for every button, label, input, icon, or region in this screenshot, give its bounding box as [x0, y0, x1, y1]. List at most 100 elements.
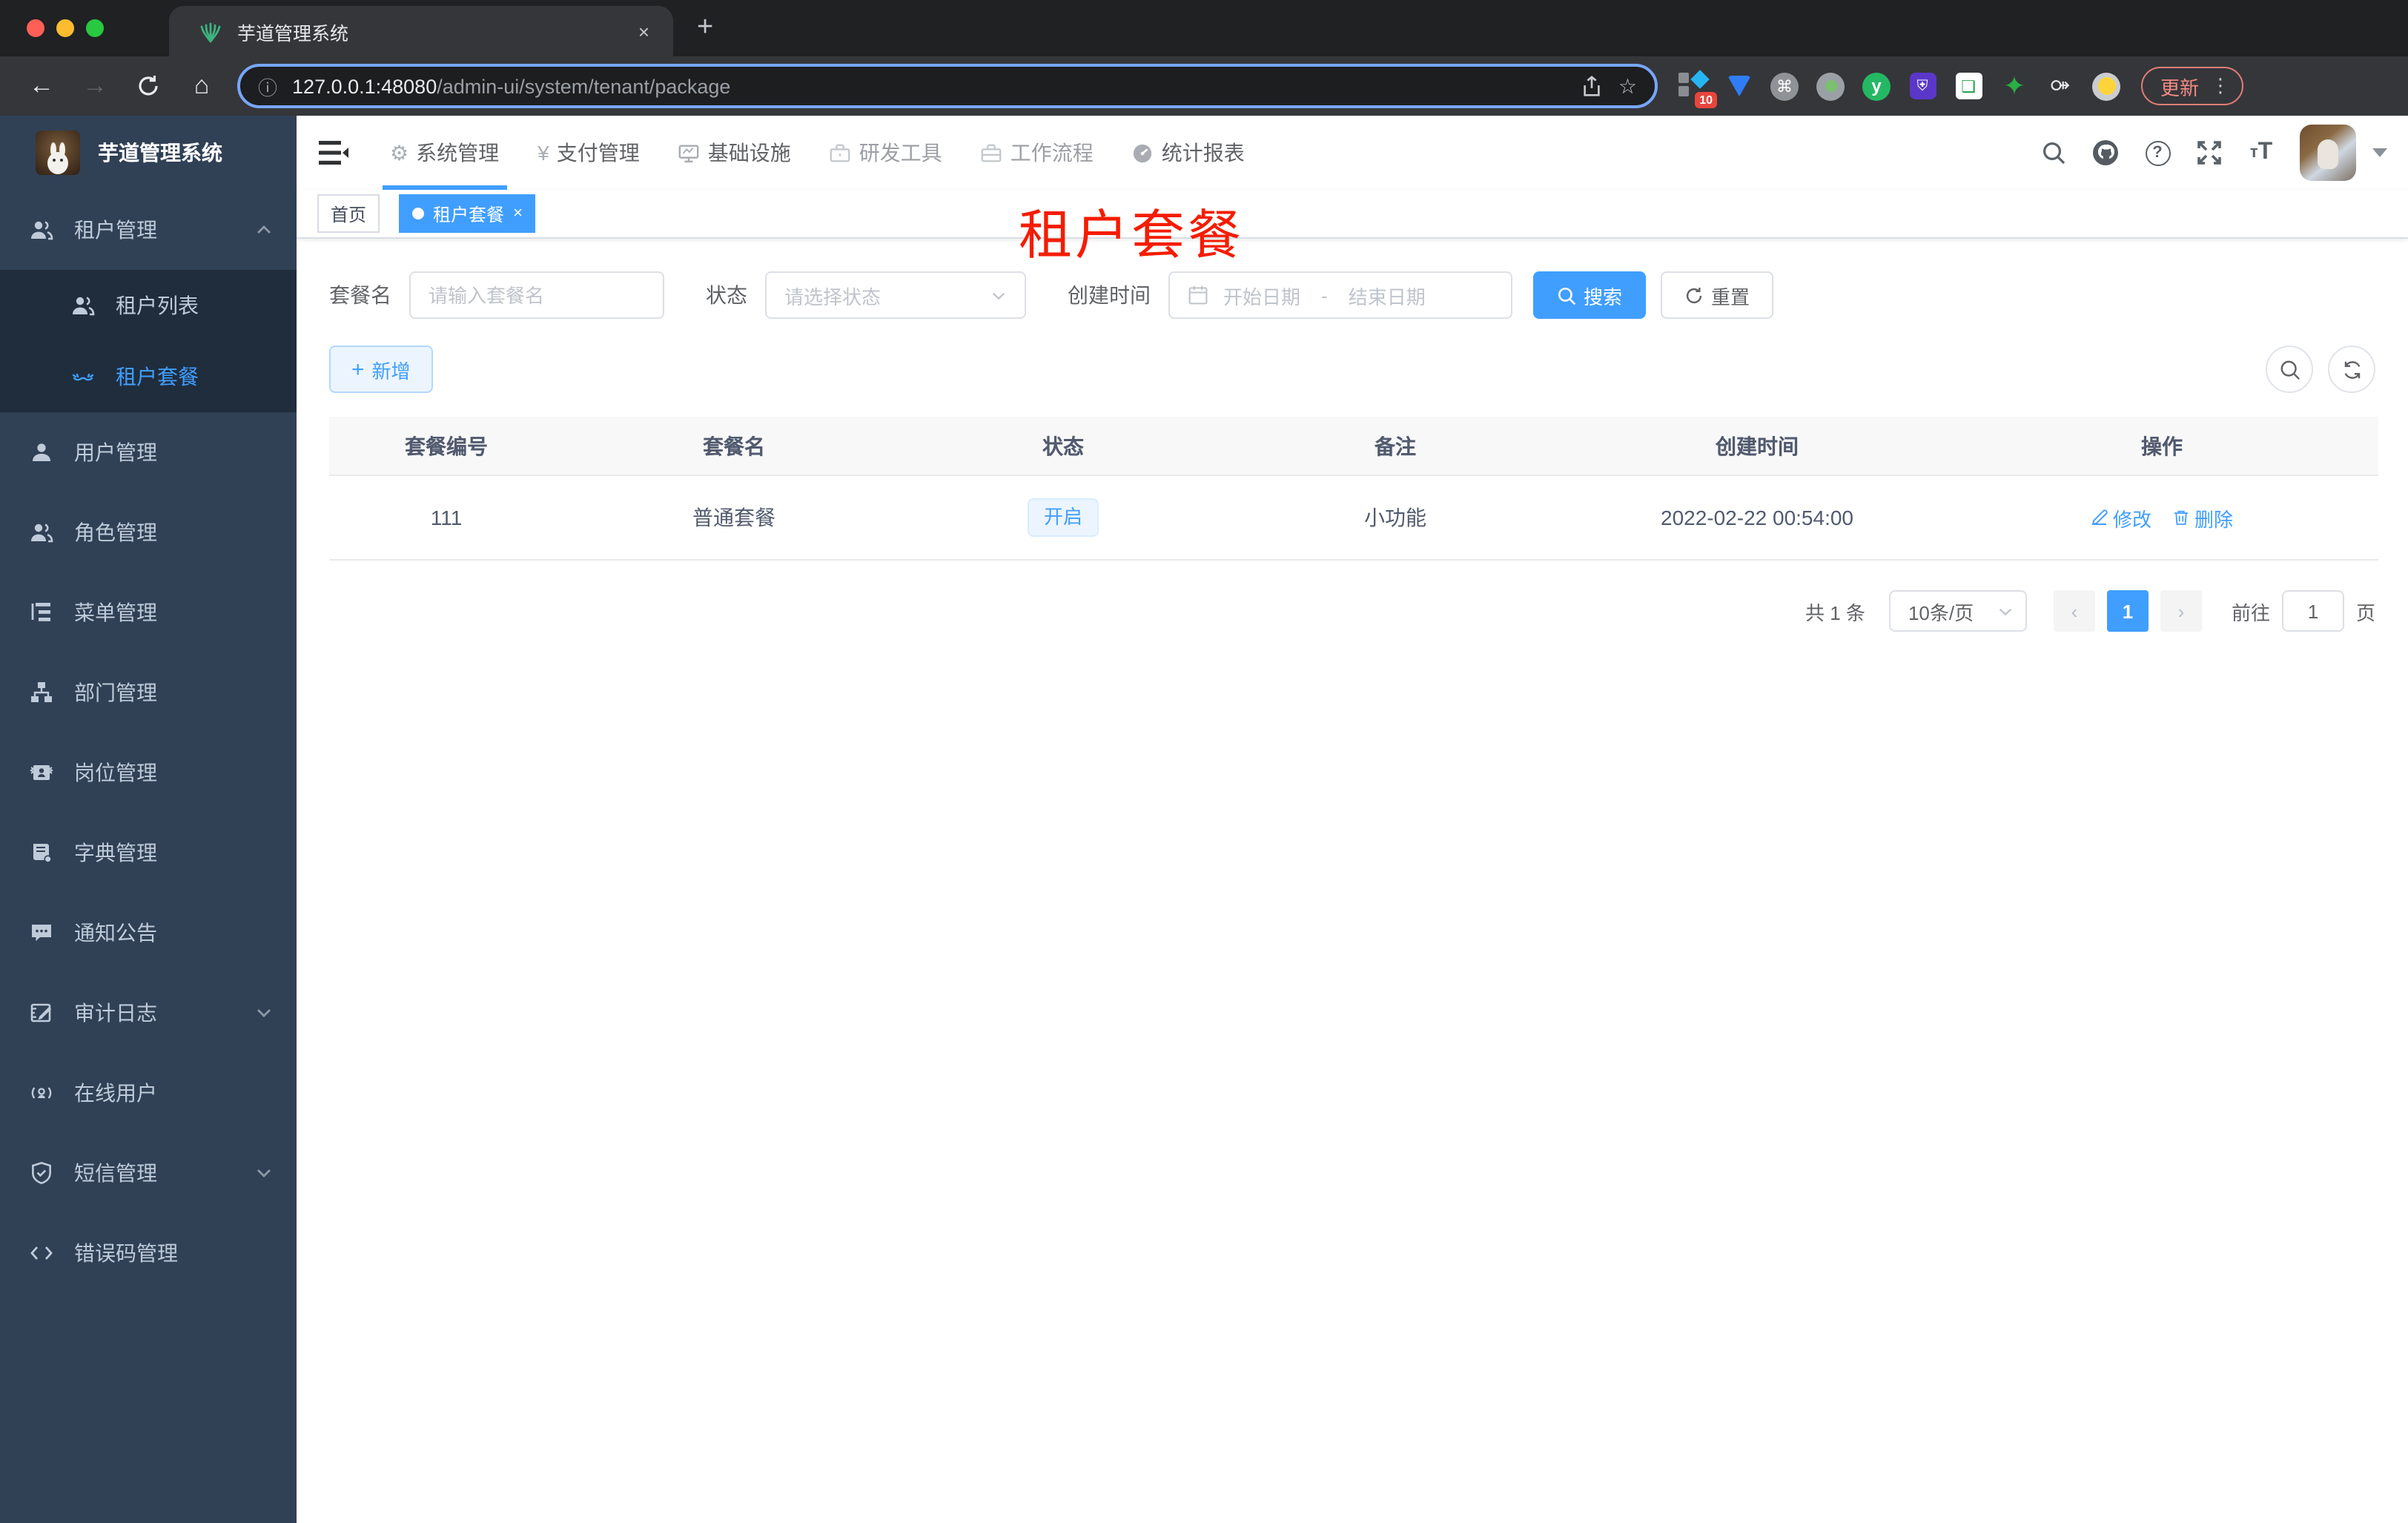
home-button[interactable]: ⌂	[179, 64, 224, 108]
sidebar-item-menu-management[interactable]: 菜单管理	[0, 572, 297, 653]
tag-close-icon[interactable]: ×	[513, 205, 523, 222]
sidebar-item-dept-management[interactable]: 部门管理	[0, 653, 297, 733]
sidebar-item-role-management[interactable]: 角色管理	[0, 492, 297, 572]
nav-item-system[interactable]: ⚙ 系统管理	[371, 116, 518, 190]
sidebar-item-label: 通知公告	[74, 921, 157, 945]
goto-page-input[interactable]	[2281, 590, 2344, 632]
goto-label: 前往	[2231, 601, 2270, 624]
sidebar-item-audit-log[interactable]: 审计日志	[0, 973, 297, 1053]
sidebar-item-dict-management[interactable]: 字典管理	[0, 813, 297, 893]
name-filter-input[interactable]	[429, 284, 645, 306]
header-search-icon[interactable]	[2034, 133, 2073, 172]
gem-extension-icon[interactable]	[1724, 72, 1753, 100]
col-package-id: 套餐编号	[405, 434, 488, 457]
nav-item-payment[interactable]: ¥ 支付管理	[518, 116, 659, 190]
sidebar-item-error-code[interactable]: 错误码管理	[0, 1213, 297, 1293]
search-button[interactable]: 搜索	[1533, 271, 1647, 319]
sidebar-item-tenant-management[interactable]: 租户管理	[0, 190, 297, 270]
sidebar-item-post-management[interactable]: 岗位管理	[0, 733, 297, 813]
chrome-update-button[interactable]: 更新 ⋮	[2141, 67, 2244, 105]
sidebar-item-notice[interactable]: 通知公告	[0, 893, 297, 973]
avatar-caret-icon[interactable]	[2372, 148, 2387, 157]
y-extension-icon[interactable]: y	[1862, 72, 1891, 100]
page-size-select[interactable]: 10条/页	[1888, 590, 2027, 632]
col-package-name: 套餐名	[703, 434, 765, 457]
edit-link[interactable]: 修改	[2091, 503, 2151, 532]
extensions-row: 10 ⌘ y ⛨ ❏ ✦ ⚩	[1678, 69, 2120, 108]
site-favicon-icon	[200, 22, 221, 43]
close-window-button[interactable]	[27, 19, 44, 37]
share-icon[interactable]	[1581, 75, 1604, 97]
sidebar-item-label: 错误码管理	[74, 1241, 178, 1265]
table-toolbar: + 新增	[329, 346, 2378, 393]
select-caret-icon	[990, 287, 1007, 303]
next-page-button[interactable]: ›	[2160, 590, 2202, 632]
puzzle-extensions-icon[interactable]: ⚩	[2046, 72, 2074, 100]
yen-icon: ¥	[538, 141, 549, 165]
refresh-table-button[interactable]	[2328, 346, 2375, 393]
emoji-extension-icon[interactable]	[2092, 72, 2120, 100]
font-size-icon[interactable]: тT	[2242, 133, 2280, 172]
cell-actions: 修改 删除	[1945, 503, 2378, 532]
toggle-search-button[interactable]	[2266, 346, 2313, 393]
site-info-icon[interactable]: ⓘ	[258, 72, 277, 100]
sidebar-item-sms-management[interactable]: 短信管理	[0, 1133, 297, 1213]
app-header: ⚙ 系统管理 ¥ 支付管理 基础设施 研发工具 工作流程 统计报表 ? т T	[297, 116, 2408, 190]
date-start-placeholder[interactable]: 开始日期	[1223, 281, 1300, 309]
zoom-window-button[interactable]	[86, 19, 104, 37]
cell-created-at: 2022-02-22 00:54:00	[1661, 506, 1853, 529]
nav-item-workflow[interactable]: 工作流程	[962, 116, 1113, 190]
nav-item-infrastructure[interactable]: 基础设施	[659, 116, 810, 190]
date-range-picker[interactable]: 开始日期 - 结束日期	[1168, 271, 1512, 319]
sidebar-logo[interactable]: 芋道管理系统	[0, 116, 297, 190]
recorder-extension-icon[interactable]	[1816, 72, 1845, 100]
new-tab-button[interactable]: +	[697, 12, 713, 56]
status-filter-select[interactable]: 请选择状态	[765, 271, 1026, 319]
command-extension-icon[interactable]: ⌘	[1770, 72, 1799, 100]
tag-tenant-package[interactable]: 租户套餐 ×	[399, 194, 536, 233]
name-filter-input-wrap	[409, 271, 664, 319]
fullscreen-icon[interactable]	[2190, 133, 2229, 172]
sidebar: 芋道管理系统 租户管理 租户列表 租户套餐 用户管理 角色管理 菜单管理 部门管…	[0, 116, 297, 1523]
date-end-placeholder[interactable]: 结束日期	[1349, 281, 1426, 309]
prev-page-button[interactable]: ‹	[2053, 590, 2095, 632]
tab-manager-extension-icon[interactable]: 10	[1678, 69, 1717, 108]
url-text[interactable]: 127.0.0.1:48080/admin-ui/system/tenant/p…	[292, 75, 1567, 97]
browser-menu-icon[interactable]: ⋮	[2211, 74, 2230, 98]
page-1-button[interactable]: 1	[2106, 590, 2149, 632]
tag-home[interactable]: 首页	[317, 194, 380, 233]
sidebar-item-label: 字典管理	[74, 841, 157, 865]
nav-item-devtools[interactable]: 研发工具	[810, 116, 962, 190]
browser-tab-strip: 芋道管理系统 × +	[0, 0, 2408, 56]
reload-button[interactable]	[126, 64, 171, 108]
sidebar-item-user-management[interactable]: 用户管理	[0, 412, 297, 492]
minimize-window-button[interactable]	[56, 19, 74, 37]
collapse-sidebar-icon[interactable]	[317, 136, 350, 169]
sidebar-item-tenant-package[interactable]: 租户套餐	[0, 341, 297, 412]
cell-package-name: 普通套餐	[692, 506, 775, 529]
help-icon[interactable]: ?	[2138, 133, 2177, 172]
browser-tab[interactable]: 芋道管理系统 ×	[169, 6, 673, 56]
col-actions: 操作	[2141, 434, 2183, 457]
nav-item-reports[interactable]: 统计报表	[1113, 116, 1264, 190]
tab-close-icon[interactable]: ×	[632, 20, 655, 42]
url-bar[interactable]: ⓘ 127.0.0.1:48080/admin-ui/system/tenant…	[237, 64, 1658, 108]
sidebar-item-online-users[interactable]: 在线用户	[0, 1053, 297, 1133]
shield-extension-icon[interactable]: ⛨	[1908, 72, 1936, 100]
filter-form: 套餐名 状态 请选择状态 创建时间	[329, 271, 2378, 319]
bookmark-star-icon[interactable]: ☆	[1618, 73, 1637, 99]
delete-link[interactable]: 删除	[2172, 503, 2233, 532]
cell-status: 开启	[904, 498, 1222, 537]
sidebar-item-tenant-list[interactable]: 租户列表	[0, 270, 297, 341]
sidebar-item-label: 审计日志	[74, 1001, 157, 1025]
reset-button[interactable]: 重置	[1661, 271, 1774, 319]
forward-button[interactable]: →	[73, 64, 117, 108]
sidebar-item-label: 岗位管理	[74, 761, 157, 784]
add-button[interactable]: + 新增	[329, 346, 433, 393]
github-icon[interactable]	[2086, 133, 2125, 172]
back-button[interactable]: ←	[19, 64, 64, 108]
user-avatar[interactable]	[2300, 125, 2356, 181]
chat-extension-icon[interactable]: ❏	[1954, 72, 1982, 100]
star-extension-icon[interactable]: ✦	[2000, 72, 2028, 100]
users-icon	[71, 294, 95, 317]
